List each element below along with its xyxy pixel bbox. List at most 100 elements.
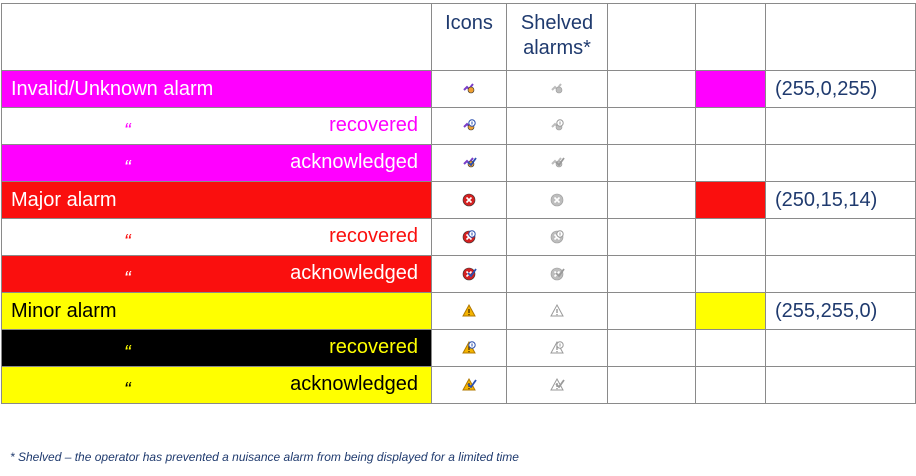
shelved-icon-cell (506, 292, 608, 330)
ditto-mark: “ (124, 267, 131, 290)
alarm-label-cell: “ recovered (1, 218, 432, 256)
ditto-mark: “ (124, 119, 131, 142)
alarm-state-text: acknowledged (290, 261, 418, 284)
alarm-sublabel: “ recovered (2, 225, 431, 253)
alarm-type-label: Minor alarm (11, 299, 117, 322)
alarm-row: “ acknowledged (1, 144, 916, 182)
alarm-icon-cell (431, 70, 507, 108)
alarm-icon-cell (431, 255, 507, 293)
alarm-label-cell: “ acknowledged (1, 144, 432, 182)
shelved-icon-cell (506, 366, 608, 404)
empty-cell (607, 218, 696, 256)
minor-shelved-icon (549, 302, 565, 319)
alarm-row: Invalid/Unknown alarm (255,0,255) (1, 70, 916, 108)
header-row: Icons Shelved alarms* (1, 3, 916, 71)
alarm-state-text: recovered (329, 113, 418, 136)
ditto-mark: “ (124, 341, 131, 364)
alarm-state-text: acknowledged (290, 150, 418, 173)
alarm-legend-table: Icons Shelved alarms* Invalid/Unknown al… (1, 3, 916, 404)
shelved-icon-cell (506, 329, 608, 367)
alarm-row: Major alarm (250,15,14) (1, 181, 916, 219)
empty-cell (607, 144, 696, 182)
shelved-header: Shelved alarms* (520, 12, 594, 59)
alarm-sublabel: “ acknowledged (2, 151, 431, 179)
shelved-icon-cell (506, 107, 608, 145)
minor-ack-icon (461, 376, 477, 393)
minor-ack-shelved-icon (549, 376, 565, 393)
alarm-state-text: recovered (329, 335, 418, 358)
color-swatch (695, 366, 766, 404)
alarm-row: “ recovered (1, 107, 916, 145)
header-swatch-cell (695, 3, 766, 71)
shelved-icon-cell (506, 181, 608, 219)
rgb-value-cell (765, 107, 916, 145)
shelved-icon-cell (506, 218, 608, 256)
shelved-icon-cell (506, 255, 608, 293)
alarm-label-cell: “ acknowledged (1, 366, 432, 404)
alarm-label-cell: Major alarm (1, 181, 432, 219)
alarm-sublabel: “ recovered (2, 336, 431, 364)
alarm-label-cell: “ acknowledged (1, 255, 432, 293)
major-shelved-icon (549, 191, 565, 208)
alarm-label-cell: Invalid/Unknown alarm (1, 70, 432, 108)
alarm-sublabel: “ acknowledged (2, 373, 431, 401)
header-shelved-cell: Shelved alarms* (506, 3, 608, 71)
invalid-ack-shelved-icon (549, 154, 565, 171)
shelved-icon-cell (506, 144, 608, 182)
color-swatch (695, 292, 766, 330)
header-rgb-cell (765, 3, 916, 71)
invalid-shelved-icon (549, 80, 565, 97)
minor-recovered-icon (461, 339, 477, 356)
minor-recovered-shelved-icon (549, 339, 565, 356)
alarm-row: “ recovered (1, 218, 916, 256)
color-swatch (695, 70, 766, 108)
alarm-row: “ acknowledged (1, 366, 916, 404)
rgb-value-cell (765, 218, 916, 256)
alarm-icon-cell (431, 329, 507, 367)
color-swatch (695, 144, 766, 182)
rgb-value-cell (765, 366, 916, 404)
icons-header: Icons (445, 12, 493, 34)
rgb-value-cell: (255,0,255) (765, 70, 916, 108)
alarm-type-label: Invalid/Unknown alarm (11, 77, 214, 100)
alarm-icon-cell (431, 181, 507, 219)
ditto-mark: “ (124, 378, 131, 401)
invalid-recovered-icon (461, 117, 477, 134)
rgb-value-cell: (250,15,14) (765, 181, 916, 219)
empty-cell (607, 255, 696, 293)
minor-icon (461, 302, 477, 319)
alarm-row: Minor alarm (255,255,0) (1, 292, 916, 330)
alarm-label-cell: “ recovered (1, 107, 432, 145)
rgb-value-cell (765, 144, 916, 182)
rgb-value-cell (765, 255, 916, 293)
alarm-row: “ acknowledged (1, 255, 916, 293)
alarm-sublabel: “ recovered (2, 114, 431, 142)
shelved-icon-cell (506, 70, 608, 108)
header-empty-cell (607, 3, 696, 71)
alarm-sublabel: “ acknowledged (2, 262, 431, 290)
major-icon (461, 191, 477, 208)
rgb-value: (255,0,255) (775, 77, 878, 100)
alarm-state-text: recovered (329, 224, 418, 247)
invalid-recovered-shelved-icon (549, 117, 565, 134)
header-icons-cell: Icons (431, 3, 507, 71)
ditto-mark: “ (124, 230, 131, 253)
alarm-row: “ recovered (1, 329, 916, 367)
rgb-value-cell (765, 329, 916, 367)
color-swatch (695, 218, 766, 256)
alarm-icon-cell (431, 144, 507, 182)
major-ack-shelved-icon (549, 265, 565, 282)
color-swatch (695, 107, 766, 145)
color-swatch (695, 329, 766, 367)
color-swatch (695, 181, 766, 219)
alarm-type-label: Major alarm (11, 188, 117, 211)
empty-cell (607, 329, 696, 367)
major-ack-icon (461, 265, 477, 282)
empty-cell (607, 292, 696, 330)
header-label-cell (1, 3, 432, 71)
alarm-state-text: acknowledged (290, 372, 418, 395)
rgb-value: (255,255,0) (775, 299, 878, 322)
major-recovered-shelved-icon (549, 228, 565, 245)
footnote: * Shelved – the operator has prevented a… (10, 450, 519, 464)
alarm-icon-cell (431, 218, 507, 256)
